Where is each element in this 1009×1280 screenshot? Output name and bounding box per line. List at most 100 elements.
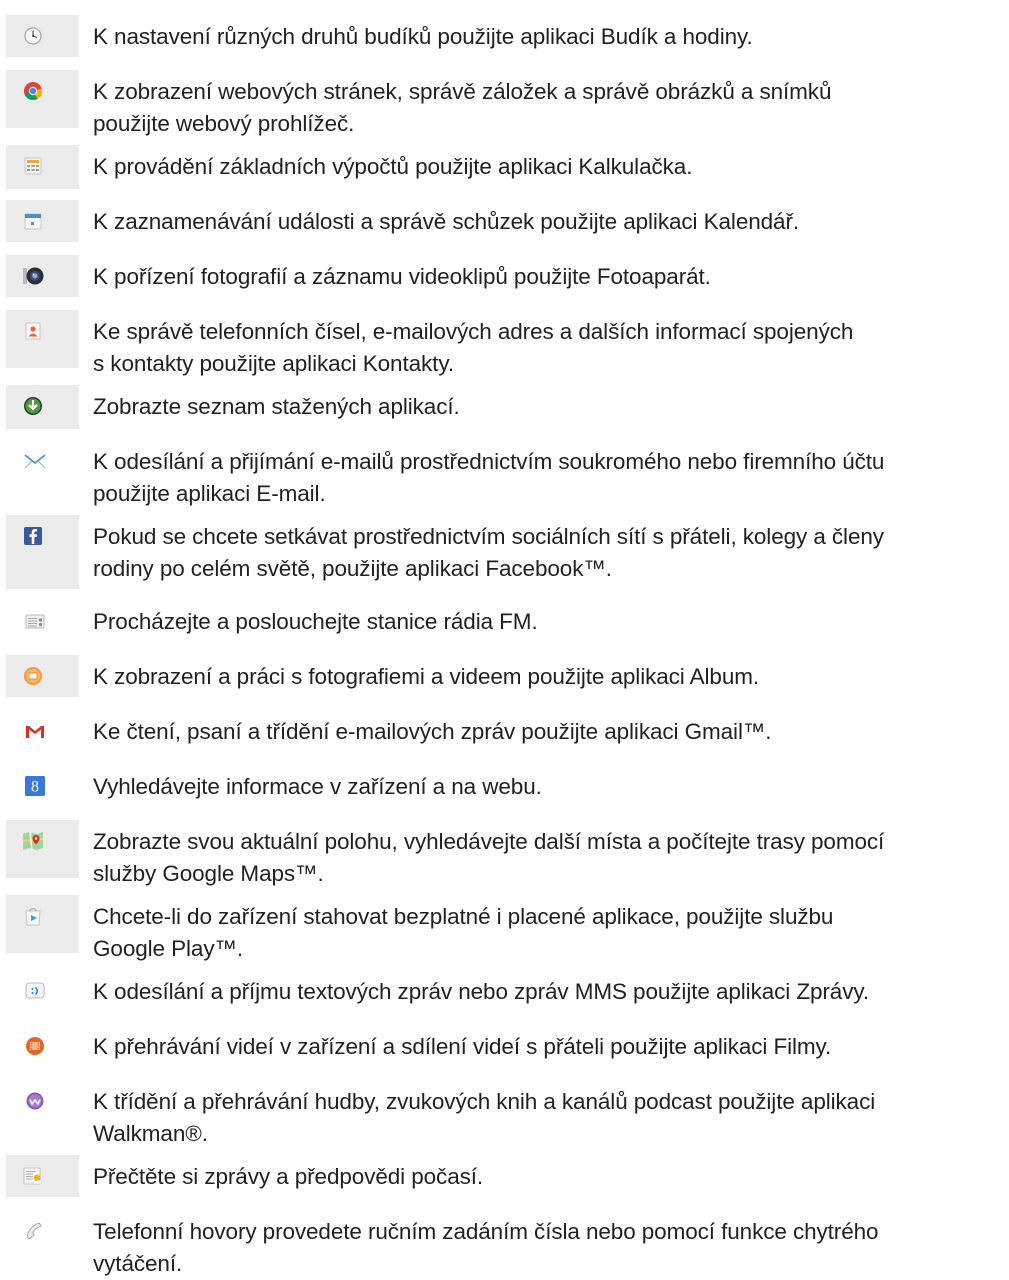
description-line: Telefonní hovory provedete ručním zadání… bbox=[93, 1219, 879, 1244]
description-line: K pořízení fotografií a záznamu videokli… bbox=[93, 264, 711, 289]
app-row-facebook: Pokud se chcete setkávat prostřednictvím… bbox=[6, 515, 1009, 589]
description-line: Chcete-li do zařízení stahovat bezplatné… bbox=[93, 904, 834, 929]
description-line: služby Google Maps™. bbox=[93, 861, 324, 886]
calculator-icon bbox=[22, 155, 44, 177]
icon-cell: 8 bbox=[6, 765, 79, 807]
description-line: použijte aplikaci E-mail. bbox=[93, 481, 326, 506]
maps-icon bbox=[22, 830, 44, 852]
app-description: K zobrazení webových stránek, správě zál… bbox=[93, 76, 1005, 140]
icon-cell bbox=[6, 145, 79, 189]
app-description: Chcete-li do zařízení stahovat bezplatné… bbox=[93, 901, 1005, 965]
description-line: Pokud se chcete setkávat prostřednictvím… bbox=[93, 524, 884, 549]
news-weather-icon bbox=[22, 1165, 44, 1187]
description-line: Google Play™. bbox=[93, 936, 244, 961]
app-description: K odesílání a přijímání e-mailů prostřed… bbox=[93, 446, 1005, 510]
icon-cell bbox=[6, 310, 79, 368]
app-description: K přehrávání videí v zařízení a sdílení … bbox=[93, 1031, 1005, 1063]
description-line: Ke správě telefonních čísel, e-mailových… bbox=[93, 319, 854, 344]
app-row-downloads: Zobrazte seznam stažených aplikací. bbox=[6, 385, 1009, 429]
icon-cell bbox=[6, 440, 79, 498]
icon-cell bbox=[6, 895, 79, 953]
icon-cell bbox=[6, 600, 79, 642]
icon-cell bbox=[6, 1080, 79, 1138]
icon-cell bbox=[6, 200, 79, 242]
calendar-icon bbox=[22, 210, 44, 232]
icon-cell bbox=[6, 70, 79, 128]
app-row-email: K odesílání a přijímání e-mailů prostřed… bbox=[6, 440, 1009, 506]
camera-icon bbox=[22, 265, 44, 287]
description-line: rodiny po celém světě, použijte aplikaci… bbox=[93, 556, 612, 581]
description-line: K zaznamenávání události a správě schůze… bbox=[93, 209, 800, 234]
phone-icon bbox=[24, 1220, 46, 1242]
email-icon bbox=[24, 450, 46, 472]
app-row-news-weather: Přečtěte si zprávy a předpovědi počasí. bbox=[6, 1155, 1009, 1197]
description-line: s kontakty použijte aplikaci Kontakty. bbox=[93, 351, 454, 376]
icon-cell bbox=[6, 1155, 79, 1197]
album-icon bbox=[22, 665, 44, 687]
description-line: K nastavení různých druhů budíků použijt… bbox=[93, 24, 753, 49]
app-row-walkman: K třídění a přehrávání hudby, zvukových … bbox=[6, 1080, 1009, 1146]
movies-icon bbox=[24, 1035, 46, 1057]
app-row-fm-radio: Procházejte a poslouchejte stanice rádia… bbox=[6, 600, 1009, 642]
app-row-messaging: K odesílání a příjmu textových zpráv neb… bbox=[6, 970, 1009, 1012]
app-row-phone: Telefonní hovory provedete ručním zadání… bbox=[6, 1210, 1009, 1276]
app-description: Procházejte a poslouchejte stanice rádia… bbox=[93, 606, 1005, 638]
google-search-icon: 8 bbox=[24, 775, 46, 797]
app-row-browser: K zobrazení webových stránek, správě zál… bbox=[6, 70, 1009, 136]
contacts-icon bbox=[22, 320, 44, 342]
description-line: K třídění a přehrávání hudby, zvukových … bbox=[93, 1089, 876, 1114]
app-row-alarm-clock: K nastavení různých druhů budíků použijt… bbox=[6, 15, 1009, 57]
app-description: K nastavení různých druhů budíků použijt… bbox=[93, 21, 1005, 53]
app-row-calculator: K provádění základních výpočtů použijte … bbox=[6, 145, 1009, 189]
icon-cell bbox=[6, 710, 79, 752]
walkman-icon bbox=[24, 1090, 46, 1112]
description-line: Procházejte a poslouchejte stanice rádia… bbox=[93, 609, 538, 634]
app-description: K zaznamenávání události a správě schůze… bbox=[93, 206, 1005, 238]
description-line: K zobrazení webových stránek, správě zál… bbox=[93, 79, 832, 104]
app-description: Zobrazte seznam stažených aplikací. bbox=[93, 391, 1005, 423]
icon-cell bbox=[6, 655, 79, 697]
icon-cell bbox=[6, 1025, 79, 1067]
app-row-gmail: Ke čtení, psaní a třídění e-mailových zp… bbox=[6, 710, 1009, 752]
app-row-album: K zobrazení a práci s fotografiemi a vid… bbox=[6, 655, 1009, 697]
app-row-play-store: Chcete-li do zařízení stahovat bezplatné… bbox=[6, 895, 1009, 961]
app-row-google-search: 8 Vyhledávejte informace v zařízení a na… bbox=[6, 765, 1009, 807]
app-row-contacts: Ke správě telefonních čísel, e-mailových… bbox=[6, 310, 1009, 376]
app-description: Vyhledávejte informace v zařízení a na w… bbox=[93, 771, 1005, 803]
description-line: Zobrazte seznam stažených aplikací. bbox=[93, 394, 460, 419]
app-row-camera: K pořízení fotografií a záznamu videokli… bbox=[6, 255, 1009, 297]
description-line: K odesílání a přijímání e-mailů prostřed… bbox=[93, 449, 885, 474]
browser-icon bbox=[22, 80, 44, 102]
app-description: K třídění a přehrávání hudby, zvukových … bbox=[93, 1086, 1005, 1150]
icon-cell bbox=[6, 970, 79, 1012]
description-line: Zobrazte svou aktuální polohu, vyhledáve… bbox=[93, 829, 885, 854]
app-row-calendar: K zaznamenávání události a správě schůze… bbox=[6, 200, 1009, 242]
description-line: Walkman®. bbox=[93, 1121, 208, 1146]
play-store-icon bbox=[22, 905, 44, 927]
description-line: K přehrávání videí v zařízení a sdílení … bbox=[93, 1034, 832, 1059]
messaging-icon bbox=[24, 980, 46, 1002]
icon-cell bbox=[6, 515, 79, 589]
description-line: Ke čtení, psaní a třídění e-mailových zp… bbox=[93, 719, 772, 744]
icon-cell bbox=[6, 255, 79, 297]
description-line: K provádění základních výpočtů použijte … bbox=[93, 154, 693, 179]
app-description: Přečtěte si zprávy a předpovědi počasí. bbox=[93, 1161, 1005, 1193]
icon-cell bbox=[6, 1210, 79, 1267]
description-line: vytáčení. bbox=[93, 1251, 183, 1276]
app-description: Ke čtení, psaní a třídění e-mailových zp… bbox=[93, 716, 1005, 748]
icon-cell bbox=[6, 385, 79, 429]
app-description: Pokud se chcete setkávat prostřednictvím… bbox=[93, 521, 1005, 585]
app-description: Telefonní hovory provedete ručním zadání… bbox=[93, 1216, 1005, 1280]
description-line: K odesílání a příjmu textových zpráv neb… bbox=[93, 979, 869, 1004]
app-description: Ke správě telefonních čísel, e-mailových… bbox=[93, 316, 1005, 380]
app-description: K zobrazení a práci s fotografiemi a vid… bbox=[93, 661, 1005, 693]
description-line: použijte webový prohlížeč. bbox=[93, 111, 355, 136]
app-row-movies: K přehrávání videí v zařízení a sdílení … bbox=[6, 1025, 1009, 1067]
facebook-icon bbox=[22, 525, 44, 547]
description-line: Vyhledávejte informace v zařízení a na w… bbox=[93, 774, 542, 799]
app-row-maps: Zobrazte svou aktuální polohu, vyhledáve… bbox=[6, 820, 1009, 886]
alarm-clock-icon bbox=[22, 25, 44, 47]
app-description: Zobrazte svou aktuální polohu, vyhledáve… bbox=[93, 826, 1005, 890]
download-icon bbox=[22, 395, 44, 417]
fm-radio-icon bbox=[24, 610, 46, 632]
